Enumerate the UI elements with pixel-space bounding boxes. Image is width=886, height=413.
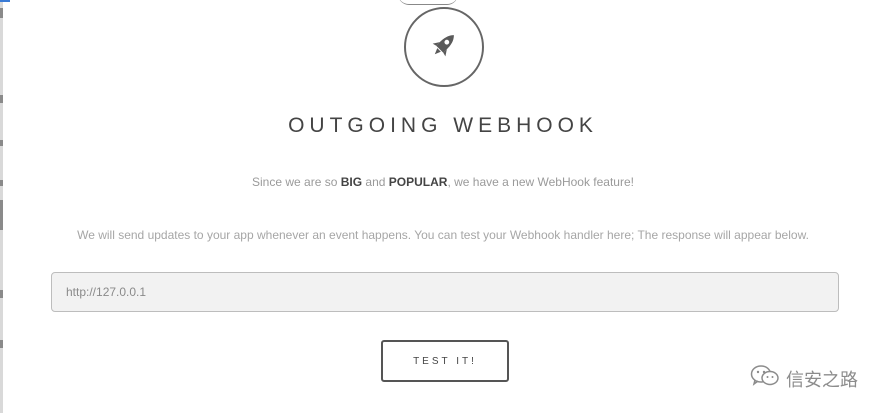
description-text: We will send updates to your app wheneve…	[77, 228, 809, 242]
top-arc-decoration	[398, 0, 458, 5]
rocket-icon	[427, 28, 461, 67]
intro-text: Since we are so BIG and POPULAR, we have…	[252, 175, 634, 189]
watermark-text: 信安之路	[786, 369, 858, 391]
dialog-title: OUTGOING WEBHOOK	[288, 114, 598, 137]
watermark: 信安之路	[750, 364, 858, 393]
window-corner-decoration	[0, 0, 10, 8]
background-window-edge	[0, 0, 3, 413]
webhook-url-input[interactable]	[51, 272, 839, 312]
rocket-icon-badge	[404, 7, 484, 87]
wechat-icon	[750, 364, 780, 393]
test-it-button[interactable]: TEST IT!	[381, 340, 509, 382]
webhook-dialog: OUTGOING WEBHOOK Since we are so BIG and…	[0, 0, 886, 413]
